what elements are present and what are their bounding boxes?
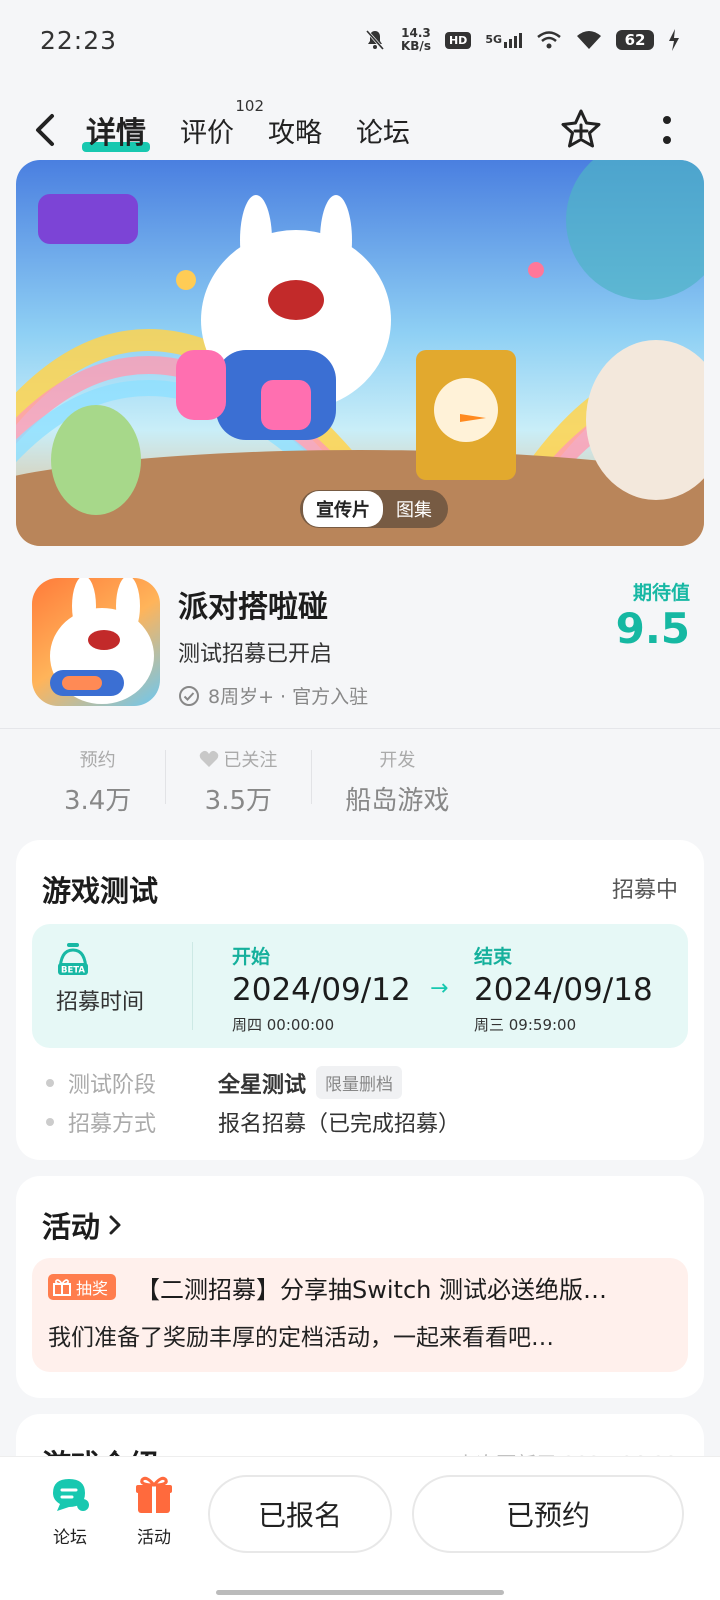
chevron-left-icon: [36, 114, 54, 146]
banner-artwork: [16, 160, 704, 546]
game-app-icon: [32, 578, 160, 706]
hd-badge: HD: [444, 31, 472, 49]
more-options-button[interactable]: [644, 107, 690, 153]
tab-trailer[interactable]: 宣传片: [303, 491, 383, 527]
test-stage-row: 测试阶段 全星测试 限量删档: [46, 1066, 403, 1099]
review-count-badge: 102: [235, 96, 264, 115]
signal-icon: 5G: [485, 32, 522, 48]
status-bar: 22:23 14.3 KB/s HD 5G 62: [0, 0, 720, 80]
recruit-time-box: BETA 招募时间 开始 2024/09/12 周四 00:00:00 → 结束…: [32, 924, 688, 1048]
tab-forum[interactable]: 论坛: [356, 105, 410, 156]
chevron-right-icon: [109, 1215, 121, 1235]
stage-chip: 限量删档: [316, 1066, 403, 1099]
wifi-call-icon: [537, 31, 561, 49]
game-title: 派对搭啦碰: [178, 590, 328, 625]
recruit-method-row: 招募方式 报名招募（已完成招募）: [46, 1106, 460, 1138]
heart-icon: [200, 750, 219, 767]
forum-chat-icon: [53, 1479, 89, 1511]
tab-reviews[interactable]: 评价 102: [180, 97, 264, 156]
stat-followers[interactable]: 已关注 3.5万: [165, 746, 311, 816]
net-speed: 14.3 KB/s: [400, 26, 431, 53]
gift-icon: [136, 1476, 172, 1513]
wifi-icon: [577, 31, 601, 49]
star-plus-icon: [561, 109, 601, 148]
forum-button[interactable]: 论坛: [40, 1475, 100, 1548]
recruit-status: 招募中: [611, 878, 678, 903]
activity-item-title: 【二测招募】分享抽Switch 测试必送绝版…: [136, 1276, 607, 1304]
start-date: 2024/09/12: [232, 972, 411, 1008]
battery-indicator: 62: [616, 30, 654, 50]
stat-reservations: 预约 3.4万: [64, 750, 132, 816]
stat-developer[interactable]: 开发 船岛游戏: [311, 746, 483, 816]
beta-clock-icon: BETA: [56, 942, 90, 980]
signed-up-button[interactable]: 已报名: [208, 1475, 392, 1553]
bottom-action-bar: 论坛 活动 已报名 已预约: [0, 1456, 720, 1600]
reserved-button[interactable]: 已预约: [412, 1475, 684, 1553]
activity-button[interactable]: 活动: [124, 1475, 184, 1548]
more-vertical-icon: [663, 116, 671, 144]
activity-item-desc: 我们准备了奖励丰厚的定档活动，一起来看看吧…: [48, 1325, 554, 1351]
media-switcher: 宣传片 图集: [300, 490, 448, 528]
lottery-tag: 抽奖: [48, 1274, 117, 1300]
divider: [0, 728, 720, 729]
activity-card: 活动 抽奖 【二测招募】分享抽Switch 测试必送绝版… 我们准备了奖励丰厚的…: [16, 1176, 704, 1398]
svg-text:BETA: BETA: [61, 966, 85, 976]
home-indicator[interactable]: [216, 1590, 504, 1595]
game-tags: 8周岁+ · 官方入驻: [178, 682, 368, 709]
end-date: 2024/09/18: [474, 972, 653, 1008]
arrow-right-icon: →: [430, 976, 449, 1001]
game-subtitle: 测试招募已开启: [178, 642, 333, 667]
back-button[interactable]: [30, 100, 80, 160]
activity-title-link[interactable]: 活动: [42, 1204, 124, 1246]
tab-guides[interactable]: 攻略: [268, 105, 322, 156]
tab-gallery[interactable]: 图集: [383, 491, 445, 527]
charging-icon: [669, 29, 679, 51]
stats-row: 预约 3.4万 已关注 3.5万 开发 船岛游戏: [30, 746, 690, 816]
tab-details[interactable]: 详情: [82, 102, 150, 158]
status-time: 22:23: [40, 25, 118, 55]
game-test-card: 游戏测试 招募中 BETA 招募时间 开始 2024/09/12 周四 00:0…: [16, 840, 704, 1160]
favorite-button[interactable]: [558, 107, 604, 153]
promo-banner[interactable]: 宣传片 图集: [16, 160, 704, 546]
status-icons: 14.3 KB/s HD 5G 62: [363, 27, 680, 53]
card-title: 游戏测试: [42, 874, 159, 908]
activity-item[interactable]: 抽奖 【二测招募】分享抽Switch 测试必送绝版… 我们准备了奖励丰厚的定档活…: [32, 1258, 688, 1372]
game-info: 派对搭啦碰 测试招募已开启 8周岁+ · 官方入驻 期待值 9.5: [30, 578, 710, 708]
gift-icon: [53, 1279, 71, 1296]
detail-tabs: 详情 评价 102 攻略 论坛: [82, 97, 410, 158]
expectation-score: 期待值 9.5: [615, 582, 690, 653]
mute-bell-icon: [365, 30, 385, 50]
check-circle-icon: [179, 685, 199, 706]
